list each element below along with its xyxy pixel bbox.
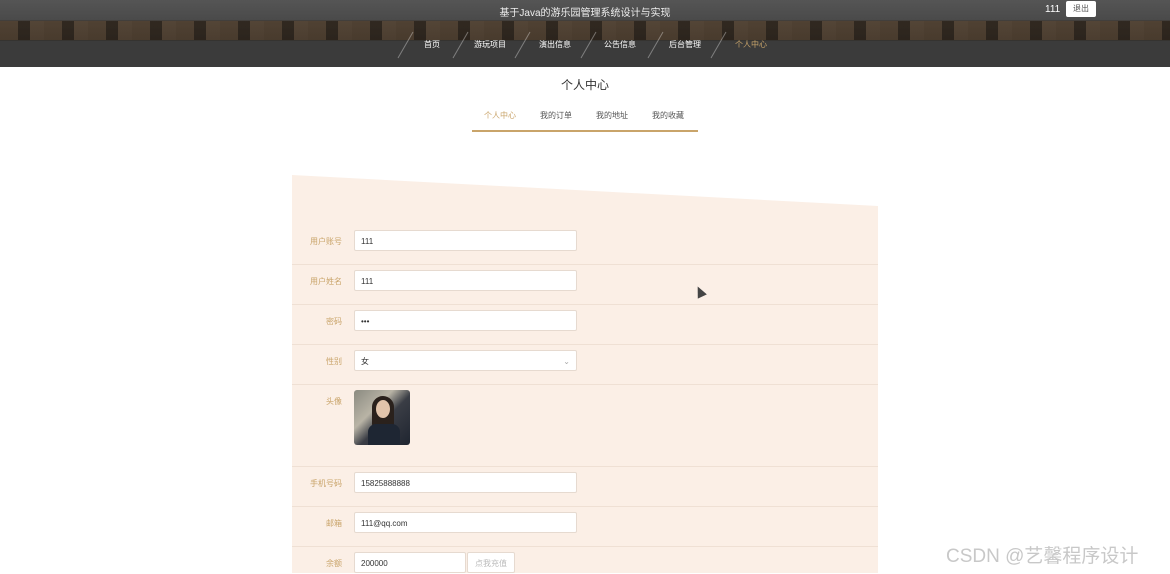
main-nav: 首页 游玩项目 演出信息 公告信息 后台管理 个人中心 <box>0 31 1170 59</box>
chevron-down-icon: ⌄ <box>563 357 570 366</box>
name-label: 用户姓名 <box>310 277 342 286</box>
form-row-account: 用户账号 111 <box>292 225 878 265</box>
email-label: 邮箱 <box>326 519 342 528</box>
password-input[interactable]: ••• <box>354 310 577 331</box>
account-label: 用户账号 <box>310 237 342 246</box>
form-row-avatar: 头像 <box>292 385 878 467</box>
account-input[interactable]: 111 <box>354 230 577 251</box>
tab-orders[interactable]: 我的订单 <box>528 108 584 124</box>
gender-label: 性别 <box>326 357 342 366</box>
password-label: 密码 <box>326 317 342 326</box>
nav-item-home[interactable]: 首页 <box>402 34 462 56</box>
phone-label: 手机号码 <box>310 479 342 488</box>
form-row-gender: 性别 女 ⌄ <box>292 345 878 385</box>
avatar-body <box>368 424 400 445</box>
form-row-name: 用户姓名 111 <box>292 265 878 305</box>
avatar-image[interactable] <box>354 390 410 445</box>
name-input[interactable]: 111 <box>354 270 577 291</box>
gender-select[interactable]: 女 ⌄ <box>354 350 577 371</box>
tab-profile[interactable]: 个人中心 <box>472 108 528 124</box>
nav-item-rides[interactable]: 游玩项目 <box>460 34 520 56</box>
profile-tabs: 个人中心 我的订单 我的地址 我的收藏 <box>472 108 698 132</box>
email-input[interactable]: 111@qq.com <box>354 512 577 533</box>
site-title: 基于Java的游乐园管理系统设计与实现 <box>499 8 671 19</box>
current-user-name: 111 <box>1045 4 1061 15</box>
nav-item-shows[interactable]: 演出信息 <box>525 34 585 56</box>
form-row-phone: 手机号码 15825888888 <box>292 467 878 507</box>
nav-item-admin[interactable]: 后台管理 <box>655 34 715 56</box>
nav-item-notices[interactable]: 公告信息 <box>590 34 650 56</box>
recharge-button[interactable]: 点我充值 <box>467 552 515 573</box>
form-row-email: 邮箱 111@qq.com <box>292 507 878 547</box>
form-row-balance: 余额 200000 点我充值 <box>292 547 878 573</box>
logout-button[interactable]: 退出 <box>1066 1 1096 17</box>
nav-item-profile[interactable]: 个人中心 <box>721 34 781 56</box>
balance-input[interactable]: 200000 <box>354 552 466 573</box>
phone-input[interactable]: 15825888888 <box>354 472 577 493</box>
avatar-label: 头像 <box>326 397 342 406</box>
balance-label: 余额 <box>326 559 342 568</box>
form-row-password: 密码 ••• <box>292 305 878 345</box>
tab-addresses[interactable]: 我的地址 <box>584 108 640 124</box>
watermark: CSDN @艺馨程序设计 <box>946 546 1139 567</box>
page-title: 个人中心 <box>560 78 609 92</box>
tab-favorites[interactable]: 我的收藏 <box>640 108 696 124</box>
avatar-face <box>376 400 390 418</box>
gender-select-value: 女 <box>361 357 369 366</box>
